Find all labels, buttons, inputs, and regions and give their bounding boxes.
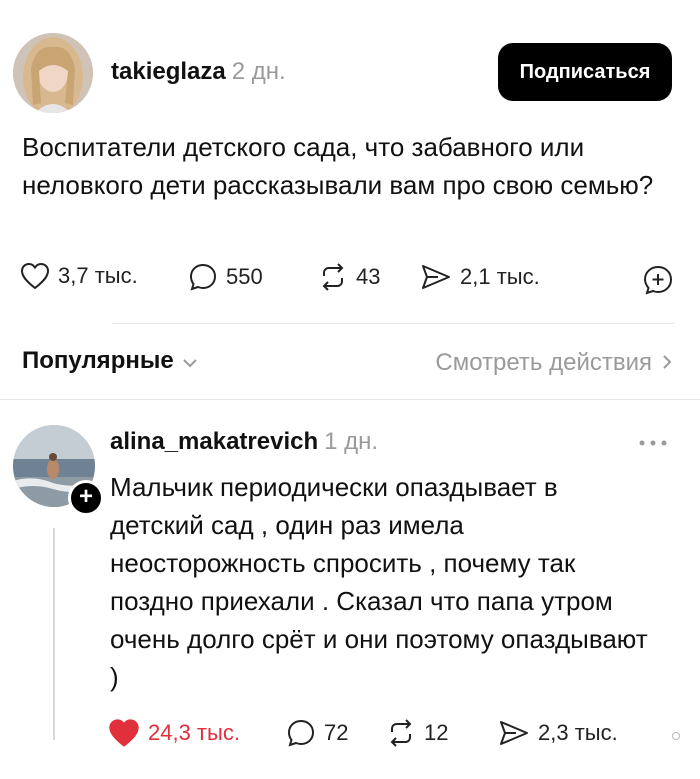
comment-icon: [188, 262, 218, 292]
more-icon[interactable]: [638, 434, 668, 452]
post-text: Воспитатели детского сада, что забавного…: [22, 132, 654, 200]
section-divider: [0, 399, 700, 400]
repost-button[interactable]: 43: [318, 262, 380, 292]
author-line: takieglaza 2 дн.: [111, 58, 286, 86]
repost-icon: [386, 718, 416, 748]
comment-author-name[interactable]: alina_makatrevich: [110, 428, 318, 455]
plus-icon[interactable]: +: [68, 480, 104, 516]
share-count: 2,1 тыс.: [460, 264, 540, 289]
repost-count: 43: [356, 264, 381, 289]
comment-time: 1 дн.: [324, 428, 379, 455]
comment-repost-count: 12: [424, 720, 449, 745]
share-icon: [498, 718, 530, 748]
comment-reply-button[interactable]: 72: [286, 718, 348, 748]
thread-line: [53, 528, 55, 740]
comment-like-button[interactable]: 24,3 тыс.: [108, 718, 240, 748]
scroll-indicator: [672, 732, 680, 740]
comment-count: 550: [226, 264, 263, 289]
author-avatar[interactable]: [13, 33, 93, 113]
comment-actions: 24,3 тыс. 72 12 2,3 тыс.: [108, 718, 680, 758]
post-time: 2 дн.: [231, 58, 286, 85]
comment-text: Мальчик периодически опаздывает в детски…: [110, 472, 648, 692]
chevron-down-icon: [182, 347, 198, 375]
post-header: takieglaza 2 дн. Подписаться: [13, 33, 672, 113]
repost-icon: [318, 262, 348, 292]
add-circle-icon[interactable]: [642, 264, 674, 301]
like-button[interactable]: 3,7 тыс.: [20, 262, 138, 290]
heart-icon: [108, 718, 140, 748]
share-button[interactable]: 2,1 тыс.: [420, 262, 540, 292]
comment-share-button[interactable]: 2,3 тыс.: [498, 718, 618, 748]
author-name[interactable]: takieglaza: [111, 58, 226, 85]
sort-dropdown[interactable]: Популярные: [22, 347, 198, 375]
sort-label: Популярные: [22, 347, 174, 374]
sort-bar: Популярные Смотреть действия: [22, 343, 672, 383]
view-activity-link[interactable]: Смотреть действия: [435, 349, 672, 377]
comment-repost-button[interactable]: 12: [386, 718, 448, 748]
heart-icon: [20, 262, 50, 290]
like-count: 3,7 тыс.: [58, 263, 138, 288]
comment-share-count: 2,3 тыс.: [538, 720, 618, 745]
share-icon: [420, 262, 452, 292]
commenter-avatar-wrap: +: [13, 425, 104, 516]
comment-icon: [286, 718, 316, 748]
chevron-right-icon: [662, 349, 672, 377]
comment-like-count: 24,3 тыс.: [148, 720, 240, 745]
comment-author-line: alina_makatrevich 1 дн.: [110, 428, 378, 456]
post-actions: 3,7 тыс. 550 43 2,1 тыс.: [20, 262, 674, 302]
comment-button[interactable]: 550: [188, 262, 263, 292]
follow-button[interactable]: Подписаться: [498, 43, 672, 101]
comment-reply-count: 72: [324, 720, 349, 745]
actions-divider: [112, 323, 674, 324]
view-activity-label: Смотреть действия: [435, 349, 652, 376]
